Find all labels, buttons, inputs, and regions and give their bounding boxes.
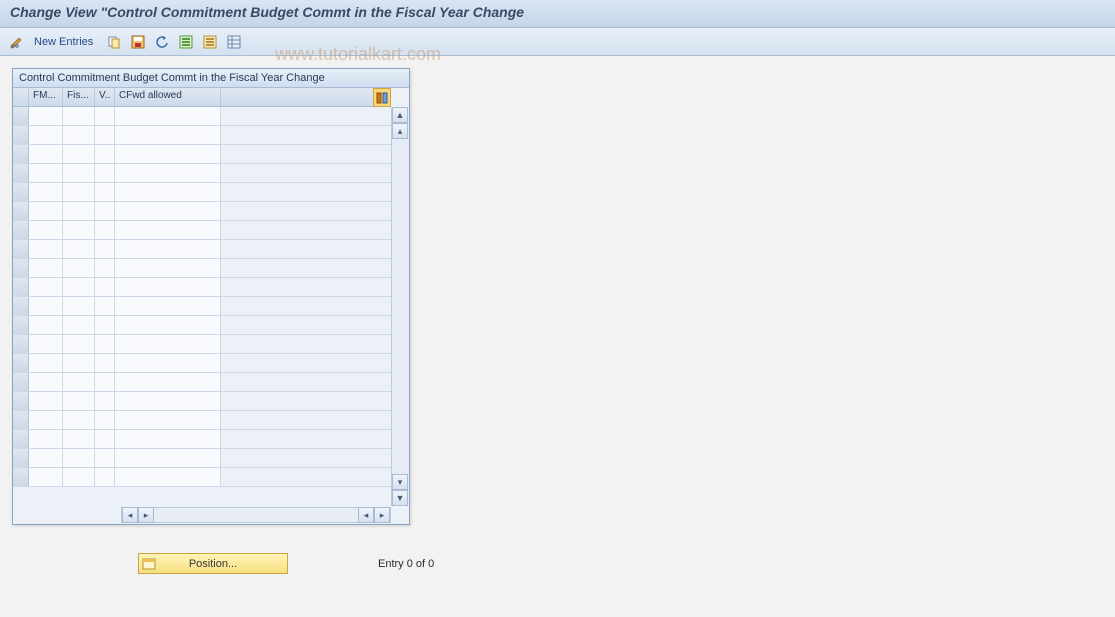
position-button[interactable]: Position... xyxy=(138,553,288,574)
table-row[interactable] xyxy=(13,259,391,278)
table-row[interactable] xyxy=(13,373,391,392)
entry-count-text: Entry 0 of 0 xyxy=(378,558,434,570)
horizontal-scrollbar[interactable]: ◂ ▸ ◂ ▸ xyxy=(121,507,391,523)
page-title: Change View "Control Commitment Budget C… xyxy=(10,4,524,20)
table-row[interactable] xyxy=(13,240,391,259)
table-row[interactable] xyxy=(13,335,391,354)
scroll-right-icon[interactable]: ▸ xyxy=(374,507,390,523)
table-settings-icon[interactable] xyxy=(225,33,243,51)
select-all-icon[interactable] xyxy=(177,33,195,51)
table-row[interactable] xyxy=(13,392,391,411)
column-header-v[interactable]: V.. xyxy=(95,88,115,106)
vertical-scrollbar[interactable]: ▲ ▴ ▾ ▼ xyxy=(391,107,409,506)
table-row[interactable] xyxy=(13,411,391,430)
table-row[interactable] xyxy=(13,126,391,145)
table-row[interactable] xyxy=(13,145,391,164)
scroll-down-icon[interactable]: ▼ xyxy=(392,490,408,506)
scroll-right-page-icon[interactable]: ◂ xyxy=(358,507,374,523)
save-variant-icon[interactable] xyxy=(129,33,147,51)
table-row[interactable] xyxy=(13,164,391,183)
content-area: Control Commitment Budget Commt in the F… xyxy=(0,56,1115,586)
undo-icon[interactable] xyxy=(153,33,171,51)
column-header-fis[interactable]: Fis... xyxy=(63,88,95,106)
maintenance-panel: Control Commitment Budget Commt in the F… xyxy=(12,68,410,525)
data-grid[interactable]: FM... Fis... V.. CFwd allowed xyxy=(13,88,391,506)
column-header-cfwd[interactable]: CFwd allowed xyxy=(115,88,221,106)
column-header-blank xyxy=(221,88,391,106)
table-row[interactable] xyxy=(13,430,391,449)
column-headers: FM... Fis... V.. CFwd allowed xyxy=(13,88,391,107)
grid-rows xyxy=(13,107,391,487)
table-row[interactable] xyxy=(13,354,391,373)
table-row[interactable] xyxy=(13,278,391,297)
copy-icon[interactable] xyxy=(105,33,123,51)
grid-wrapper: FM... Fis... V.. CFwd allowed xyxy=(13,88,409,506)
position-button-label: Position... xyxy=(189,558,237,570)
scroll-down-page-icon[interactable]: ▾ xyxy=(392,474,408,490)
toolbar: New Entries xyxy=(0,28,1115,56)
table-row[interactable] xyxy=(13,316,391,335)
pencil-glasses-icon[interactable] xyxy=(8,33,26,51)
select-all-column-header[interactable] xyxy=(13,88,29,106)
scroll-left-page-icon[interactable]: ▸ xyxy=(138,507,154,523)
table-row[interactable] xyxy=(13,183,391,202)
panel-title: Control Commitment Budget Commt in the F… xyxy=(13,69,409,88)
deselect-all-icon[interactable] xyxy=(201,33,219,51)
column-header-fm[interactable]: FM... xyxy=(29,88,63,106)
table-row[interactable] xyxy=(13,107,391,126)
table-row[interactable] xyxy=(13,468,391,487)
position-icon xyxy=(141,556,157,572)
scroll-up-icon[interactable]: ▲ xyxy=(392,107,408,123)
table-config-icon[interactable] xyxy=(373,88,391,107)
table-row[interactable] xyxy=(13,297,391,316)
scroll-up-page-icon[interactable]: ▴ xyxy=(392,123,408,139)
horizontal-scroll-row: ◂ ▸ ◂ ▸ xyxy=(13,506,409,524)
footer-row: Position... Entry 0 of 0 xyxy=(12,553,1103,574)
scroll-left-icon[interactable]: ◂ xyxy=(122,507,138,523)
table-row[interactable] xyxy=(13,221,391,240)
new-entries-button[interactable]: New Entries xyxy=(34,36,93,48)
table-row[interactable] xyxy=(13,202,391,221)
page-header: Change View "Control Commitment Budget C… xyxy=(0,0,1115,28)
scrollbar-track[interactable] xyxy=(392,139,409,474)
table-row[interactable] xyxy=(13,449,391,468)
